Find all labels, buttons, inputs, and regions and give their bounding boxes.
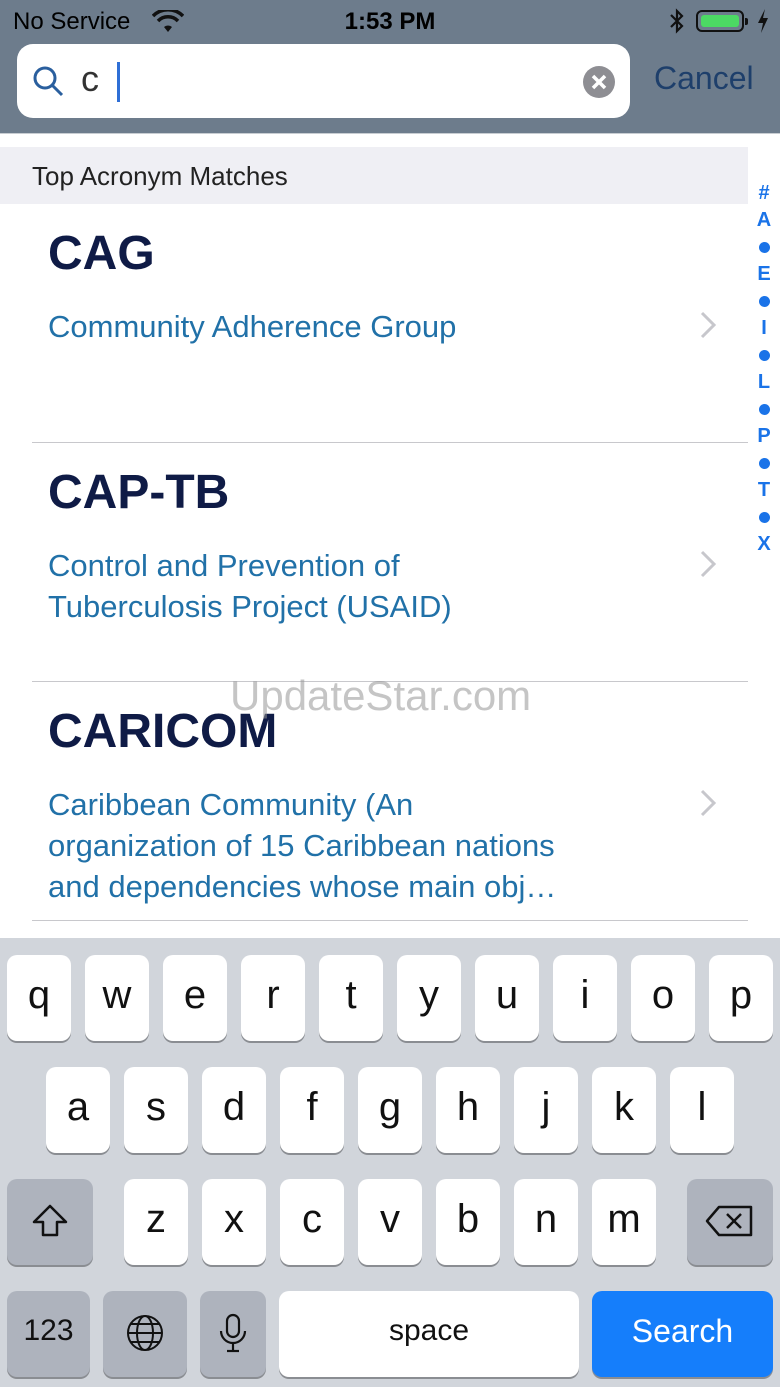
result-row[interactable]: CAG Community Adherence Group [0, 204, 748, 442]
index-dot [758, 296, 770, 307]
key-v[interactable]: v [358, 1179, 422, 1265]
index-dot [758, 458, 770, 469]
index-item[interactable]: # [752, 180, 776, 207]
chevron-right-icon [698, 310, 718, 345]
definition: Community Adherence Group [48, 309, 457, 344]
search-input[interactable]: c [81, 58, 99, 100]
search-key[interactable]: Search [592, 1291, 773, 1377]
index-dot [758, 350, 770, 361]
shift-icon [30, 1204, 70, 1250]
key-l[interactable]: l [670, 1067, 734, 1153]
backspace-icon [705, 1204, 755, 1248]
key-i[interactable]: i [553, 955, 617, 1041]
search-field[interactable]: c [17, 44, 630, 118]
chevron-right-icon [698, 549, 718, 584]
key-s[interactable]: s [124, 1067, 188, 1153]
result-row[interactable]: CAP-TB Control and Prevention of Tubercu… [0, 443, 748, 681]
section-index[interactable]: # A E I L P T X [752, 180, 776, 558]
space-key[interactable]: space [279, 1291, 579, 1377]
key-q[interactable]: q [7, 955, 71, 1041]
key-n[interactable]: n [514, 1179, 578, 1265]
key-u[interactable]: u [475, 955, 539, 1041]
dictation-key[interactable] [200, 1291, 266, 1377]
acronym: CAP-TB [48, 466, 230, 519]
definition: Caribbean Community (An organization of … [48, 787, 557, 904]
header: No Service 1:53 PM c Cancel [0, 0, 780, 134]
key-d[interactable]: d [202, 1067, 266, 1153]
key-c[interactable]: c [280, 1179, 344, 1265]
index-item[interactable]: A [752, 207, 776, 234]
index-item[interactable]: P [752, 423, 776, 450]
key-w[interactable]: w [85, 955, 149, 1041]
microphone-icon [218, 1313, 248, 1364]
watermark: UpdateStar.com [230, 672, 532, 719]
globe-icon [125, 1315, 165, 1362]
key-k[interactable]: k [592, 1067, 656, 1153]
key-a[interactable]: a [46, 1067, 110, 1153]
index-dot [758, 512, 770, 523]
clock: 1:53 PM [344, 8, 436, 35]
index-item[interactable]: I [752, 315, 776, 342]
delete-key[interactable] [687, 1179, 773, 1265]
key-b[interactable]: b [436, 1179, 500, 1265]
bluetooth-icon [668, 8, 686, 41]
cancel-button[interactable]: Cancel [654, 60, 754, 97]
key-h[interactable]: h [436, 1067, 500, 1153]
shift-key[interactable] [7, 1179, 93, 1265]
section-header: Top Acronym Matches [0, 147, 748, 204]
charging-icon [756, 8, 770, 41]
key-g[interactable]: g [358, 1067, 422, 1153]
status-bar: No Service 1:53 PM [0, 0, 780, 44]
search-icon [31, 64, 65, 103]
key-o[interactable]: o [631, 955, 695, 1041]
text-cursor [117, 62, 120, 102]
keyboard: q w e r t y u i o p a s d f g h j k l z … [0, 938, 780, 1387]
key-y[interactable]: y [397, 955, 461, 1041]
acronym: CAG [48, 227, 155, 280]
divider [32, 920, 748, 921]
key-j[interactable]: j [514, 1067, 578, 1153]
index-item[interactable]: T [752, 477, 776, 504]
key-x[interactable]: x [202, 1179, 266, 1265]
index-item[interactable]: E [752, 261, 776, 288]
key-r[interactable]: r [241, 955, 305, 1041]
section-title: Top Acronym Matches [32, 161, 288, 191]
key-m[interactable]: m [592, 1179, 656, 1265]
globe-key[interactable] [103, 1291, 187, 1377]
key-p[interactable]: p [709, 955, 773, 1041]
key-e[interactable]: e [163, 955, 227, 1041]
index-dot [758, 404, 770, 415]
index-item[interactable]: X [752, 531, 776, 558]
index-item[interactable]: L [752, 369, 776, 396]
key-t[interactable]: t [319, 955, 383, 1041]
index-dot [758, 242, 770, 253]
key-f[interactable]: f [280, 1067, 344, 1153]
key-z[interactable]: z [124, 1179, 188, 1265]
definition: Control and Prevention of Tuberculosis P… [48, 548, 452, 624]
chevron-right-icon [698, 788, 718, 823]
clear-icon[interactable] [583, 66, 615, 98]
battery-icon [696, 10, 748, 32]
numbers-key[interactable]: 123 [7, 1291, 90, 1377]
